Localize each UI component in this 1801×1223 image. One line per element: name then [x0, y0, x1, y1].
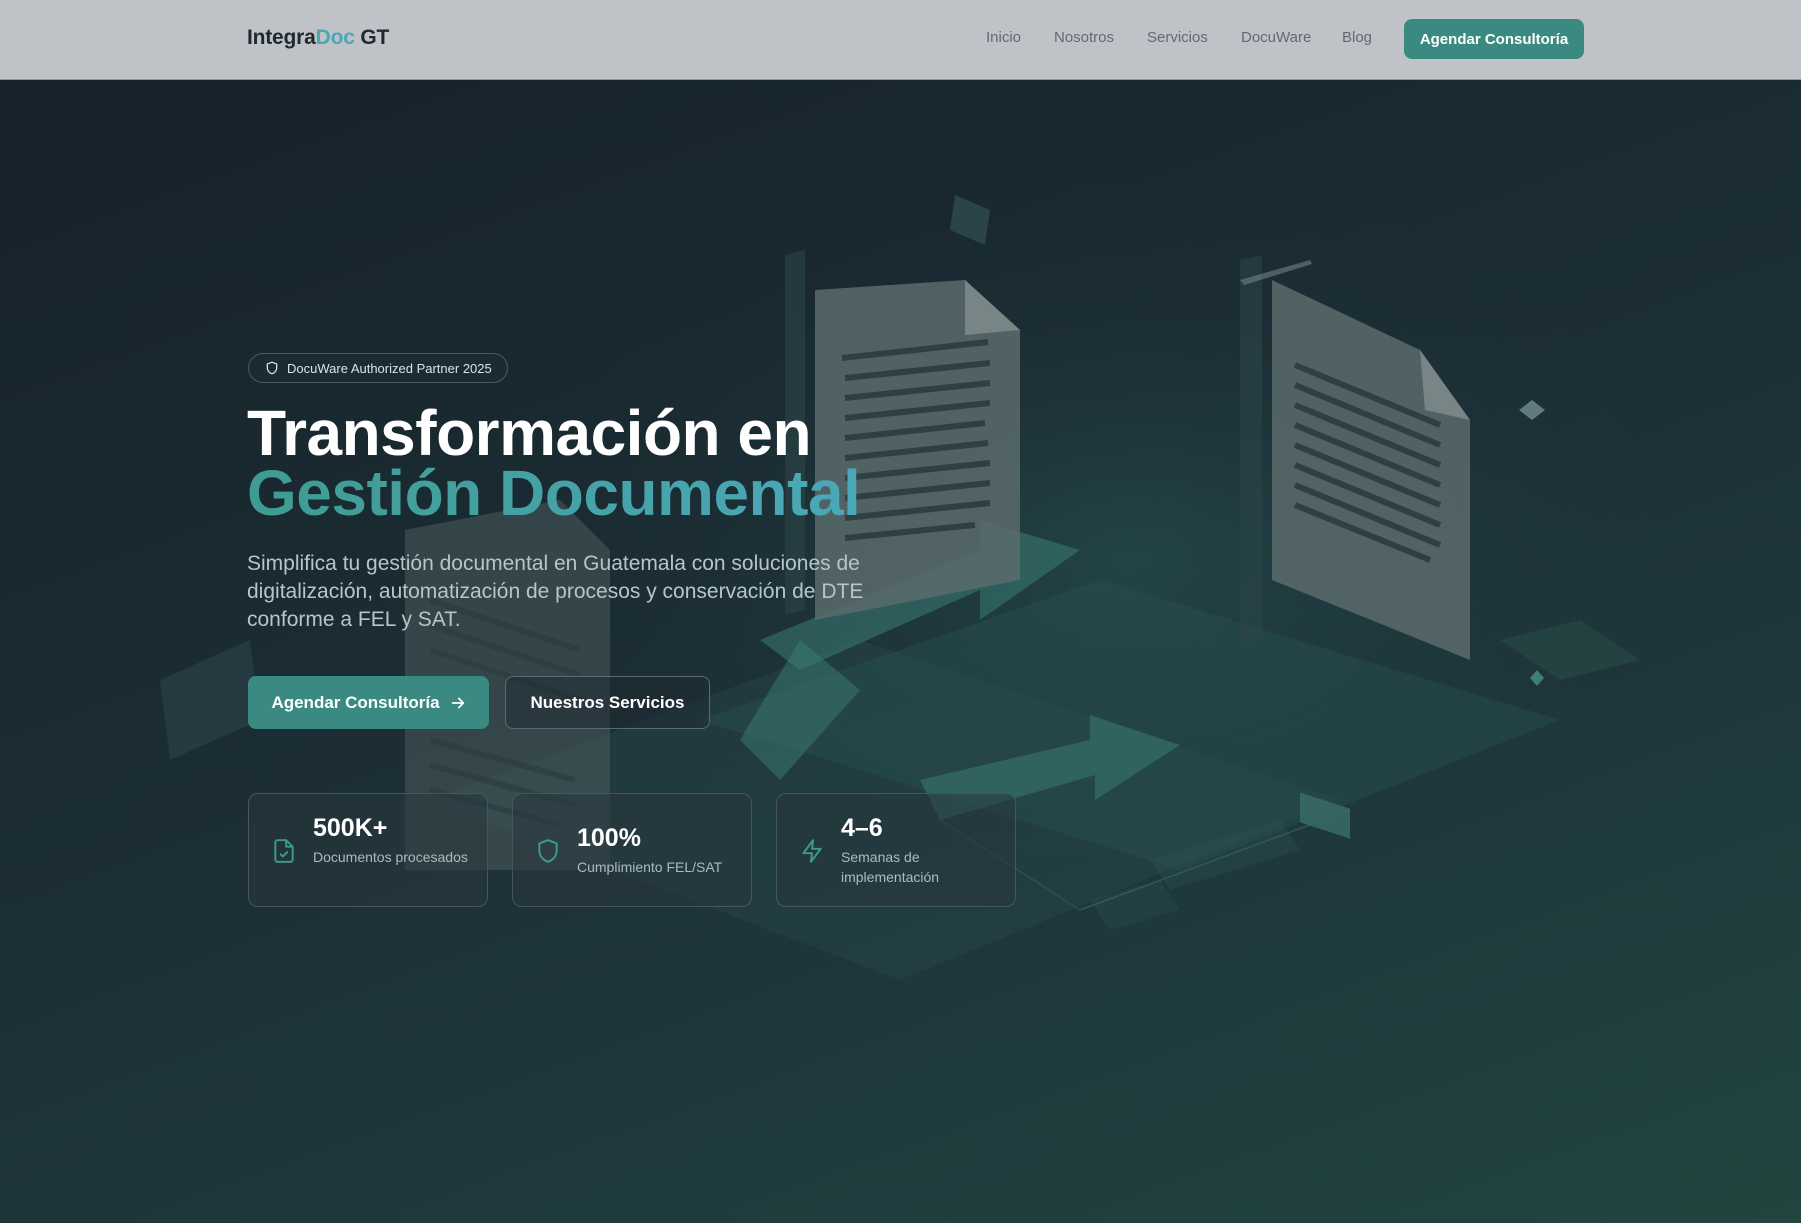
- stat-label: Cumplimiento FEL/SAT: [577, 859, 723, 875]
- logo[interactable]: IntegraDoc GT: [247, 26, 389, 50]
- file-check-icon: [274, 839, 294, 863]
- partner-badge: DocuWare Authorized Partner 2025: [248, 353, 508, 383]
- schedule-consultation-label: Agendar Consultoría: [271, 692, 440, 712]
- logo-text-doc: Doc: [315, 26, 355, 49]
- stat-card-documents: 500K+ Documentos procesados: [248, 793, 488, 907]
- stat-card-compliance: 100% Cumplimiento FEL/SAT: [512, 793, 752, 907]
- stat-value: 100%: [577, 824, 641, 852]
- nav-cta-button[interactable]: Agendar Consultoría: [1404, 19, 1584, 59]
- logo-text-gt: GT: [354, 26, 390, 49]
- stat-label: Documentos procesados: [313, 849, 468, 865]
- navbar: IntegraDoc GT Inicio Nosotros Servicios …: [0, 0, 1801, 80]
- hero-section: DocuWare Authorized Partner 2025 Transfo…: [0, 80, 1801, 1223]
- badge-label: DocuWare Authorized Partner 2025: [287, 360, 492, 376]
- stat-value: 4–6: [841, 814, 883, 842]
- hero-illustration: [160, 180, 1730, 980]
- arrow-right-icon: [451, 697, 464, 708]
- hero-title-line2: Gestión Documental: [247, 457, 861, 529]
- nav-link-inicio[interactable]: Inicio: [986, 29, 1021, 46]
- schedule-consultation-button[interactable]: Agendar Consultoría: [248, 676, 489, 729]
- nav-link-nosotros[interactable]: Nosotros: [1054, 29, 1114, 46]
- stat-label: Semanas de implementación: [841, 849, 940, 885]
- hero-subtitle: Simplifica tu gestión documental en Guat…: [247, 552, 864, 631]
- logo-text-integra: Integra: [247, 26, 316, 49]
- shield-icon: [266, 361, 278, 375]
- stat-card-implementation: 4–6 Semanas de implementación: [776, 793, 1016, 907]
- nav-link-blog[interactable]: Blog: [1342, 29, 1372, 46]
- hero-title-line1: Transformación en: [247, 397, 812, 469]
- hero-title: Transformación en Gestión Documental: [247, 397, 861, 529]
- our-services-button[interactable]: Nuestros Servicios: [505, 676, 710, 729]
- shield-icon: [538, 839, 558, 863]
- lightning-icon: [802, 839, 822, 863]
- stat-value: 500K+: [313, 814, 388, 842]
- nav-link-docuware[interactable]: DocuWare: [1241, 29, 1311, 46]
- nav-link-servicios[interactable]: Servicios: [1147, 29, 1208, 46]
